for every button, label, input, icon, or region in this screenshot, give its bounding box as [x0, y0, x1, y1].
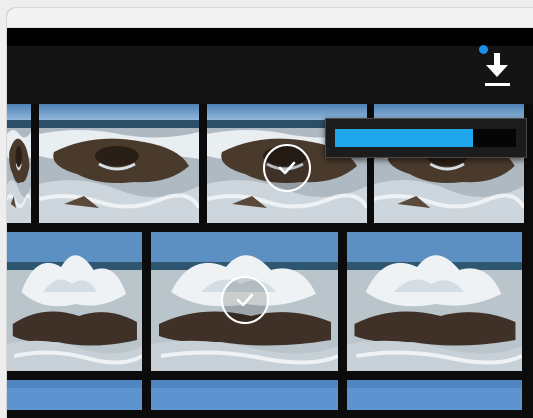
- title-bar: [7, 8, 533, 28]
- download-progress-popup: [325, 118, 527, 158]
- download-icon: [485, 53, 510, 86]
- download-button[interactable]: [480, 46, 514, 92]
- menu-bar: [7, 28, 533, 46]
- progress-track: [335, 129, 516, 147]
- photo-thumbnail[interactable]: [39, 104, 199, 223]
- photo-thumbnail[interactable]: [347, 380, 522, 410]
- photo-thumbnail[interactable]: [151, 232, 338, 371]
- selected-check-icon[interactable]: [220, 275, 269, 324]
- toolbar: [7, 46, 533, 104]
- photo-thumbnail[interactable]: [7, 104, 31, 223]
- selected-check-icon[interactable]: [263, 143, 311, 192]
- photo-thumbnail[interactable]: [347, 232, 522, 371]
- photo-thumbnail[interactable]: [7, 232, 142, 371]
- photo-thumbnail[interactable]: [151, 380, 338, 410]
- progress-fill: [335, 129, 473, 147]
- photo-thumbnail[interactable]: [7, 380, 142, 410]
